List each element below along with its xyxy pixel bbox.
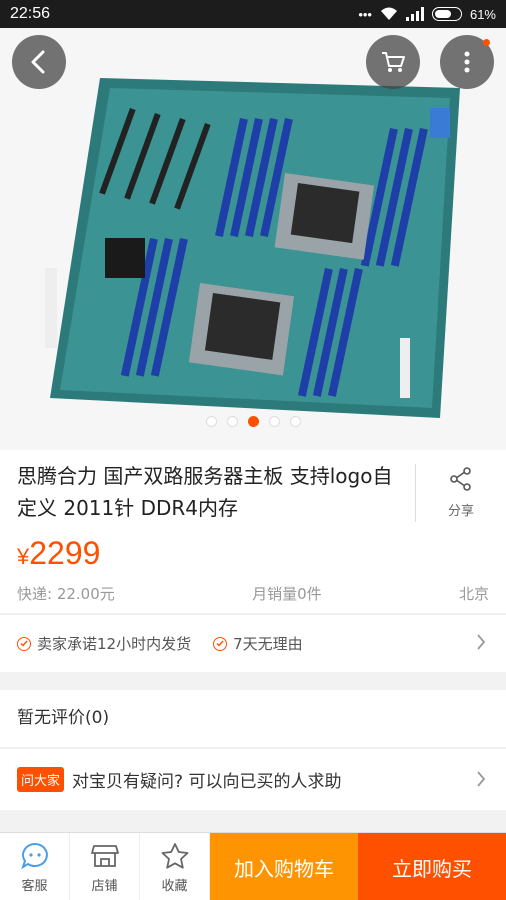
- shop-icon: [90, 844, 119, 867]
- carousel-pager: [0, 416, 506, 427]
- pager-dot[interactable]: [226, 416, 238, 427]
- share-label: 分享: [447, 504, 474, 519]
- pager-dot[interactable]: [205, 416, 217, 427]
- shop-button[interactable]: 店铺: [70, 833, 140, 900]
- price-currency: ¥: [17, 544, 30, 569]
- price-value: 2299: [29, 535, 101, 571]
- favorite-button[interactable]: 收藏: [140, 833, 210, 900]
- product-meta: 快递: 22.00元 月销量0件 北京: [17, 583, 489, 604]
- shop-label: 店铺: [91, 878, 118, 894]
- status-icons: ••• 61%: [358, 7, 496, 22]
- promise-item: 卖家承诺12小时内发货: [17, 633, 191, 654]
- add-to-cart-button[interactable]: 加入购物车: [210, 833, 358, 900]
- reviews-section[interactable]: 暂无评价(0): [0, 690, 506, 747]
- product-info: 思腾合力 国产双路服务器主板 支持logo自定义 2011针 DDR4内存 分享…: [0, 450, 506, 613]
- product-title: 思腾合力 国产双路服务器主板 支持logo自定义 2011针 DDR4内存: [17, 464, 393, 520]
- chevron-right-icon: [477, 771, 486, 787]
- promise-label: 7天无理由: [233, 635, 303, 653]
- check-circle-icon: [213, 636, 228, 651]
- cart-button[interactable]: [366, 35, 420, 89]
- promise-label: 卖家承诺12小时内发货: [37, 635, 192, 653]
- share-icon: [450, 467, 471, 491]
- wifi-icon: [380, 7, 398, 21]
- pager-dot[interactable]: [289, 416, 301, 427]
- bottom-action-bar: 客服 店铺 收藏 加入购物车 立即购买: [0, 832, 506, 900]
- share-button[interactable]: 分享: [415, 464, 506, 522]
- status-bar: 22:56 ••• 61%: [0, 0, 506, 28]
- pager-dot-active[interactable]: [247, 416, 259, 427]
- check-circle-icon: [17, 636, 31, 651]
- monthly-sales: 月销量0件: [252, 585, 322, 603]
- ask-text: 对宝贝有疑问? 可以向已买的人求助: [72, 772, 342, 792]
- product-price: ¥2299: [17, 535, 100, 572]
- pager-dot[interactable]: [268, 416, 280, 427]
- battery-icon: [431, 7, 462, 21]
- shipping-fee: 快递: 22.00元: [17, 585, 115, 603]
- status-time: 22:56: [10, 5, 51, 22]
- cart-icon: [382, 52, 405, 72]
- back-button[interactable]: [12, 35, 66, 89]
- ship-location: 北京: [458, 585, 489, 603]
- chevron-right-icon: [477, 634, 486, 650]
- seller-promises[interactable]: 卖家承诺12小时内发货 7天无理由: [0, 614, 506, 672]
- buy-now-button[interactable]: 立即购买: [358, 833, 506, 900]
- more-vertical-icon: [464, 51, 470, 73]
- signal-icon: [405, 7, 424, 21]
- more-menu-button[interactable]: [440, 35, 494, 89]
- notification-dot: [483, 39, 490, 46]
- chat-bubble-icon: [20, 842, 48, 869]
- back-arrow-icon: [31, 50, 45, 74]
- motherboard-image: [45, 78, 460, 418]
- battery-level: 61%: [469, 6, 496, 22]
- customer-service-button[interactable]: 客服: [0, 833, 70, 900]
- promise-item: 7天无理由: [213, 633, 303, 654]
- ask-badge: 问大家: [17, 767, 65, 792]
- service-label: 客服: [21, 878, 48, 894]
- favorite-label: 收藏: [161, 878, 188, 894]
- product-image-carousel[interactable]: [0, 28, 506, 450]
- notification-dots-icon: •••: [358, 6, 372, 22]
- ask-community-row[interactable]: 问大家 对宝贝有疑问? 可以向已买的人求助: [0, 748, 506, 810]
- star-icon: [161, 842, 188, 869]
